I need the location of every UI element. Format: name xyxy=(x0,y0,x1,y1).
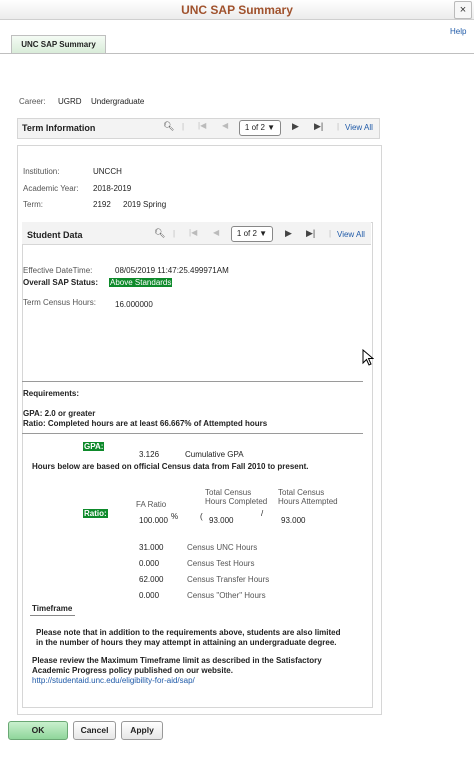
overall-sap-status-value: Above Standards xyxy=(109,278,173,287)
fa-ratio-label: FA Ratio xyxy=(136,500,167,509)
term-pager-select[interactable]: 1 of 2 ▼ xyxy=(239,120,281,136)
percent-sign: % xyxy=(171,512,179,521)
census-other-hours-label: Census "Other" Hours xyxy=(187,591,266,600)
student-pager-select[interactable]: 1 of 2 ▼ xyxy=(231,226,273,242)
census-unc-hours-value: 31.000 xyxy=(139,543,164,552)
timeframe-underline xyxy=(30,615,75,616)
career-label: Career: xyxy=(19,97,46,106)
requirements-title: Requirements: xyxy=(23,389,80,398)
separator-icon: | xyxy=(329,229,332,238)
previous-page-icon[interactable]: ◀ xyxy=(213,228,219,237)
tab-unc-sap-summary[interactable]: UNC SAP Summary xyxy=(11,35,106,53)
separator-icon: | xyxy=(173,229,176,238)
student-data-title: Student Data xyxy=(27,230,83,240)
term-label: Term: xyxy=(23,200,43,209)
gpa-value: 3.126 xyxy=(139,450,160,459)
timeframe-note-line1: Please note that in addition to the requ… xyxy=(36,628,341,637)
term-census-hours-label: Term Census Hours: xyxy=(23,298,96,307)
divider xyxy=(22,381,363,382)
term-name: 2019 Spring xyxy=(123,200,167,209)
census-transfer-hours-label: Census Transfer Hours xyxy=(187,575,270,584)
open-paren: ( xyxy=(200,512,203,521)
fa-ratio-value: 100.000 xyxy=(139,516,168,525)
institution-value: UNCCH xyxy=(93,167,122,176)
timeframe-review-line1: Please review the Maximum Timeframe limi… xyxy=(32,656,322,665)
ratio-badge: Ratio: xyxy=(83,509,108,518)
search-icon[interactable]: 🔍︎ xyxy=(163,121,174,132)
total-completed-label-line1: Total Census xyxy=(205,488,252,497)
gpa-requirement: GPA: 2.0 or greater xyxy=(23,409,96,418)
window-title: UNC SAP Summary xyxy=(181,3,293,17)
census-test-hours-label: Census Test Hours xyxy=(187,559,255,568)
ratio-slash: / xyxy=(261,509,264,518)
term-census-hours-value: 16.000000 xyxy=(115,300,153,309)
total-attempted-label-line2: Hours Attempted xyxy=(278,497,338,506)
effective-datetime-label: Effective DateTime: xyxy=(23,266,93,275)
gpa-badge: GPA: xyxy=(83,442,105,451)
term-information-title: Term Information xyxy=(22,123,96,133)
divider xyxy=(22,433,363,434)
sap-policy-link[interactable]: http://studentaid.unc.edu/eligibility-fo… xyxy=(32,676,195,685)
total-completed-value: 93.000 xyxy=(209,516,234,525)
first-page-icon[interactable]: |◀ xyxy=(198,121,206,130)
cancel-button[interactable]: Cancel xyxy=(73,721,116,740)
term-code: 2192 xyxy=(93,200,111,209)
total-attempted-value: 93.000 xyxy=(281,516,306,525)
chevron-down-icon: ▼ xyxy=(267,123,276,132)
career-code: UGRD xyxy=(58,97,82,106)
gpa-description: Cumulative GPA xyxy=(185,450,244,459)
apply-button[interactable]: Apply xyxy=(121,721,163,740)
tab-divider xyxy=(0,53,474,54)
next-page-icon[interactable]: ▶ xyxy=(285,228,292,239)
first-page-icon[interactable]: |◀ xyxy=(189,228,197,237)
total-attempted-label-line1: Total Census xyxy=(278,488,325,497)
previous-page-icon[interactable]: ◀ xyxy=(222,121,228,130)
help-link[interactable]: Help xyxy=(450,27,466,36)
next-page-icon[interactable]: ▶ xyxy=(292,121,299,132)
last-page-icon[interactable]: ▶| xyxy=(314,121,323,132)
academic-year-label: Academic Year: xyxy=(23,184,79,193)
last-page-icon[interactable]: ▶| xyxy=(306,228,315,239)
institution-label: Institution: xyxy=(23,167,60,176)
term-view-all-link[interactable]: View All xyxy=(345,123,373,132)
mouse-cursor-icon xyxy=(362,349,374,366)
timeframe-title: Timeframe xyxy=(32,604,73,613)
term-pager-value: 1 of 2 xyxy=(244,123,265,132)
overall-sap-status-label: Overall SAP Status: xyxy=(23,278,98,287)
census-unc-hours-label: Census UNC Hours xyxy=(187,543,258,552)
separator-icon: | xyxy=(182,122,185,131)
separator-icon: | xyxy=(337,122,340,131)
census-test-hours-value: 0.000 xyxy=(139,559,160,568)
effective-datetime-value: 08/05/2019 11:47:25.499971AM xyxy=(115,266,229,275)
academic-year-value: 2018-2019 xyxy=(93,184,132,193)
census-other-hours-value: 0.000 xyxy=(139,591,160,600)
timeframe-review-line2: Academic Progress policy published on ou… xyxy=(32,666,233,675)
close-button[interactable]: × xyxy=(454,1,472,19)
chevron-down-icon: ▼ xyxy=(259,229,268,238)
total-completed-label-line2: Hours Completed xyxy=(205,497,268,506)
timeframe-note-line2: in the number of hours they may attempt … xyxy=(36,638,337,647)
ratio-requirement: Ratio: Completed hours are at least 66.6… xyxy=(23,419,268,428)
student-pager-value: 1 of 2 xyxy=(236,229,257,238)
student-view-all-link[interactable]: View All xyxy=(337,230,365,239)
search-icon[interactable]: 🔍︎ xyxy=(154,228,165,239)
hours-note: Hours below are based on official Census… xyxy=(32,462,309,471)
census-transfer-hours-value: 62.000 xyxy=(139,575,164,584)
career-name: Undergraduate xyxy=(91,97,145,106)
ok-button[interactable]: OK xyxy=(8,721,68,740)
